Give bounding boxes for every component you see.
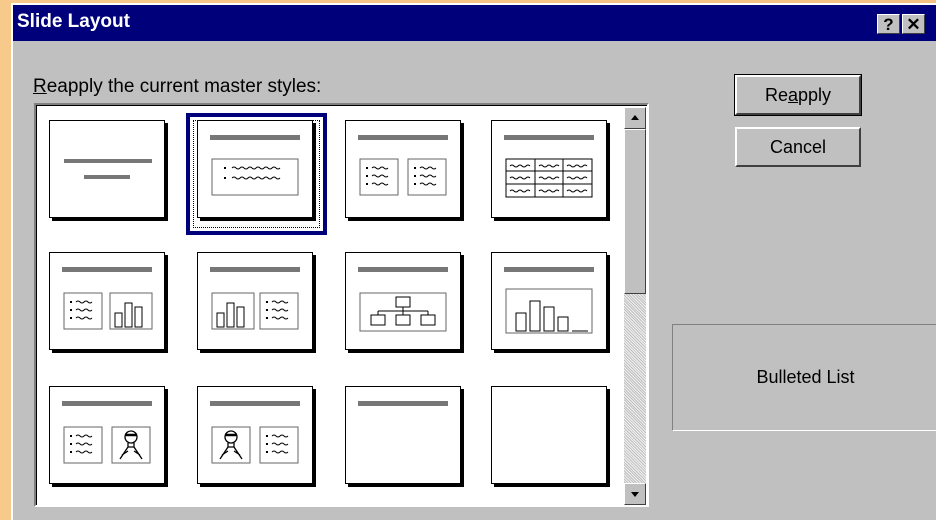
layout-title-only[interactable] [345, 386, 461, 484]
reapply-button[interactable]: Reapply [734, 74, 862, 116]
scroll-thumb[interactable] [624, 129, 646, 294]
dialog-title: Slide Layout [17, 11, 130, 32]
layout-text-and-chart[interactable] [49, 252, 165, 350]
layout-blank[interactable] [491, 386, 607, 484]
scroll-up-button[interactable] [624, 107, 646, 129]
blank-icon [492, 387, 606, 483]
layout-chart[interactable] [491, 252, 607, 350]
bulleted-list-icon [210, 135, 300, 196]
scroll-down-button[interactable] [624, 483, 646, 505]
arrow-up-icon [631, 115, 639, 120]
clip-art-and-text-icon [210, 401, 300, 464]
layout-text-and-clip-art[interactable] [49, 386, 165, 484]
help-button[interactable]: ? [877, 14, 900, 34]
reapply-styles-label: Reapply the current master styles: [33, 76, 322, 97]
chart-icon [504, 267, 594, 334]
layout-organization-chart[interactable] [345, 252, 461, 350]
layout-preview-label: Bulleted List [672, 324, 936, 431]
text-and-clip-art-icon [62, 401, 152, 464]
layout-bulleted-list[interactable] [197, 120, 313, 218]
layout-title-slide[interactable] [49, 120, 165, 218]
org-chart-icon [358, 267, 448, 332]
layout-clip-art-and-text[interactable] [197, 386, 313, 484]
chart-and-text-icon [210, 267, 300, 330]
arrow-down-icon [631, 492, 639, 497]
layout-two-column-text[interactable] [345, 120, 461, 218]
table-icon [504, 135, 594, 198]
close-button[interactable]: ✕ [902, 14, 925, 34]
layout-chart-and-text[interactable] [197, 252, 313, 350]
layout-listbox[interactable] [34, 103, 649, 507]
layout-table[interactable] [491, 120, 607, 218]
cancel-button[interactable]: Cancel [735, 127, 861, 167]
two-column-text-icon [358, 135, 448, 196]
title-only-icon [358, 401, 448, 406]
vertical-scrollbar[interactable] [624, 107, 646, 505]
title-bar[interactable]: Slide Layout ? ✕ [13, 5, 936, 41]
text-and-chart-icon [62, 267, 153, 330]
slide-layout-dialog: Slide Layout ? ✕ Reapply the current mas… [11, 3, 936, 520]
title-slide-icon [64, 159, 152, 179]
